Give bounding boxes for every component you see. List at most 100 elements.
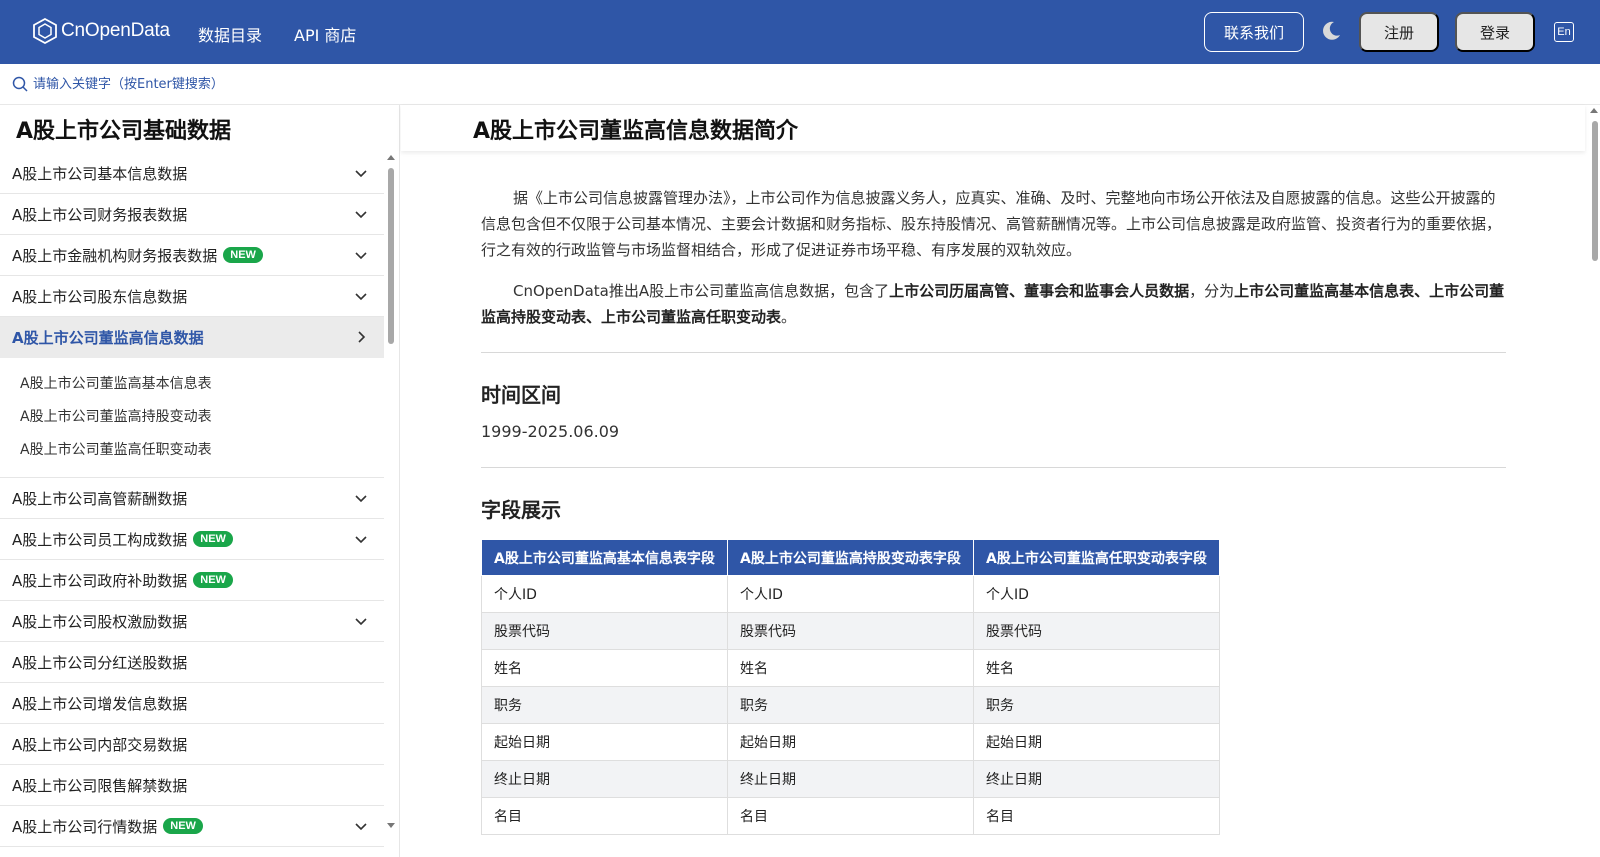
sidebar-sub-item[interactable]: A股上市公司董监高基本信息表 [20,368,384,401]
divider [481,467,1506,468]
table-header-row: A股上市公司董监高基本信息表字段 A股上市公司董监高持股变动表字段 A股上市公司… [481,539,1220,576]
table-row: 终止日期 终止日期 终止日期 [481,760,1220,798]
table-cell: 起始日期 [727,723,974,761]
nav-api-store[interactable]: API 商店 [294,22,356,46]
table-cell: 股票代码 [973,612,1220,650]
table-cell: 名目 [973,797,1220,835]
table-cell: 个人ID [481,575,728,613]
sidebar-item-label: A股上市公司董监高信息数据 [12,329,204,347]
table-header: A股上市公司董监高持股变动表字段 [727,539,974,576]
register-button[interactable]: 注册 [1359,12,1439,52]
language-switch-icon[interactable]: En [1554,22,1574,42]
table-row: 名目 名目 名目 [481,797,1220,835]
sidebar-item-label: A股上市公司高管薪酬数据 [12,489,188,508]
table-cell: 股票代码 [481,612,728,650]
table-cell: 起始日期 [481,723,728,761]
sidebar: A股上市公司基础数据 A股上市公司基本信息数据 A股上市公司财务报表数据 A股上市金… [0,105,400,857]
table-header: A股上市公司董监高任职变动表字段 [973,539,1220,576]
chevron-down-icon[interactable] [354,207,368,221]
sidebar-item[interactable]: A股上市公司行情数据 NEW [0,806,384,847]
table-cell: 职务 [973,686,1220,724]
table-cell: 名目 [727,797,974,835]
table-cell: 终止日期 [481,760,728,798]
time-range-value: 1999-2025.06.09 [481,422,620,441]
sidebar-item-label: A股上市金融机构财务报表数据 [12,246,218,265]
content-body: 据《上市公司信息披露管理办法》，上市公司作为信息披露义务人，应真实、准确、及时、… [481,185,1506,835]
table-row: 职务 职务 职务 [481,686,1220,724]
search-input[interactable] [33,73,533,95]
sidebar-item-label: A股上市公司内部交易数据 [12,735,188,754]
table-cell: 姓名 [481,649,728,687]
sidebar-item[interactable]: A股上市公司高管薪酬数据 [0,478,384,519]
time-range-title: 时间区间 [481,383,561,407]
desc-text-3: 。 [781,308,797,326]
new-badge: NEW [193,572,233,588]
sidebar-item-label: A股上市公司分红送股数据 [12,653,188,672]
sidebar-item[interactable]: A股上市公司分红送股数据 [0,642,384,683]
sidebar-item-label: A股上市公司限售解禁数据 [12,776,188,795]
sidebar-item-label: A股上市公司股东信息数据 [12,287,188,306]
table-cell: 职务 [727,686,974,724]
table-cell: 个人ID [973,575,1220,613]
sidebar-item-label: A股上市公司行情数据 [12,817,158,836]
sidebar-sub-item[interactable]: A股上市公司董监高任职变动表 [20,434,384,467]
description-paragraph: CnOpenData推出A股上市公司董监高信息数据，包含了上市公司历届高管、董事… [481,278,1506,330]
contact-us-button[interactable]: 联系我们 [1204,12,1304,52]
chevron-down-icon[interactable] [354,491,368,505]
table-cell: 终止日期 [727,760,974,798]
sidebar-item[interactable]: A股上市公司限售解禁数据 [0,765,384,806]
chevron-right-icon[interactable] [354,330,368,344]
main-scroll-up-icon[interactable] [1590,108,1598,113]
table-row: 个人ID 个人ID 个人ID [481,575,1220,613]
top-navbar: CnOpenData 数据目录 API 商店 联系我们 注册 登录 En [0,0,1600,64]
table-row: 股票代码 股票代码 股票代码 [481,612,1220,650]
new-badge: NEW [223,247,263,263]
search-icon [12,76,28,92]
table-cell: 个人ID [727,575,974,613]
sidebar-item[interactable]: A股上市公司股权激励数据 [0,601,384,642]
chevron-down-icon[interactable] [354,819,368,833]
table-row: 起始日期 起始日期 起始日期 [481,723,1220,761]
table-cell: 姓名 [973,649,1220,687]
main-title-bar: A股上市公司董监高信息数据简介 [401,105,1585,151]
login-button[interactable]: 登录 [1455,12,1535,52]
chevron-down-icon[interactable] [354,614,368,628]
nav-data-catalog[interactable]: 数据目录 [198,22,262,46]
sidebar-item-label: A股上市公司基本信息数据 [12,164,188,183]
logo[interactable]: CnOpenData [33,18,170,44]
chevron-down-icon[interactable] [354,248,368,262]
new-badge: NEW [193,531,233,547]
sidebar-scroll-up-icon[interactable] [387,155,395,160]
logo-text: CnOpenData [61,20,170,41]
table-cell: 职务 [481,686,728,724]
main-scrollbar[interactable] [1592,121,1598,261]
desc-text-2: ，分为 [1189,282,1235,300]
sidebar-item-label: A股上市公司财务报表数据 [12,205,188,224]
sidebar-item[interactable]: A股上市公司基本信息数据 [0,153,384,194]
sidebar-list: A股上市公司基本信息数据 A股上市公司财务报表数据 A股上市金融机构财务报表数据 NE… [0,153,384,847]
sidebar-scrollbar[interactable] [388,168,394,344]
moon-icon[interactable] [1320,20,1342,42]
table-cell: 起始日期 [973,723,1220,761]
table-cell: 终止日期 [973,760,1220,798]
sidebar-scroll-down-icon[interactable] [387,823,395,828]
divider [481,352,1506,353]
sidebar-sub-item[interactable]: A股上市公司董监高持股变动表 [20,401,384,434]
chevron-down-icon[interactable] [354,532,368,546]
chevron-down-icon[interactable] [354,166,368,180]
sidebar-item[interactable]: A股上市公司增发信息数据 [0,683,384,724]
sidebar-item-label: A股上市公司股权激励数据 [12,612,188,631]
sidebar-item[interactable]: A股上市公司财务报表数据 [0,194,384,235]
sidebar-item-label: A股上市公司增发信息数据 [12,694,188,713]
sidebar-item[interactable]: A股上市公司内部交易数据 [0,724,384,765]
sidebar-item[interactable]: A股上市公司政府补助数据 NEW [0,560,384,601]
chevron-down-icon[interactable] [354,289,368,303]
sidebar-sub-list: A股上市公司董监高基本信息表 A股上市公司董监高持股变动表 A股上市公司董监高任职变… [0,358,384,478]
sidebar-item-active[interactable]: A股上市公司董监高信息数据 [0,317,384,358]
sidebar-item[interactable]: A股上市公司员工构成数据 NEW [0,519,384,560]
sidebar-item[interactable]: A股上市公司股东信息数据 [0,276,384,317]
sidebar-title: A股上市公司基础数据 [16,119,232,144]
intro-paragraph: 据《上市公司信息披露管理办法》，上市公司作为信息披露义务人，应真实、准确、及时、… [481,189,1502,259]
search-bar [0,64,1600,105]
sidebar-item[interactable]: A股上市金融机构财务报表数据 NEW [0,235,384,276]
